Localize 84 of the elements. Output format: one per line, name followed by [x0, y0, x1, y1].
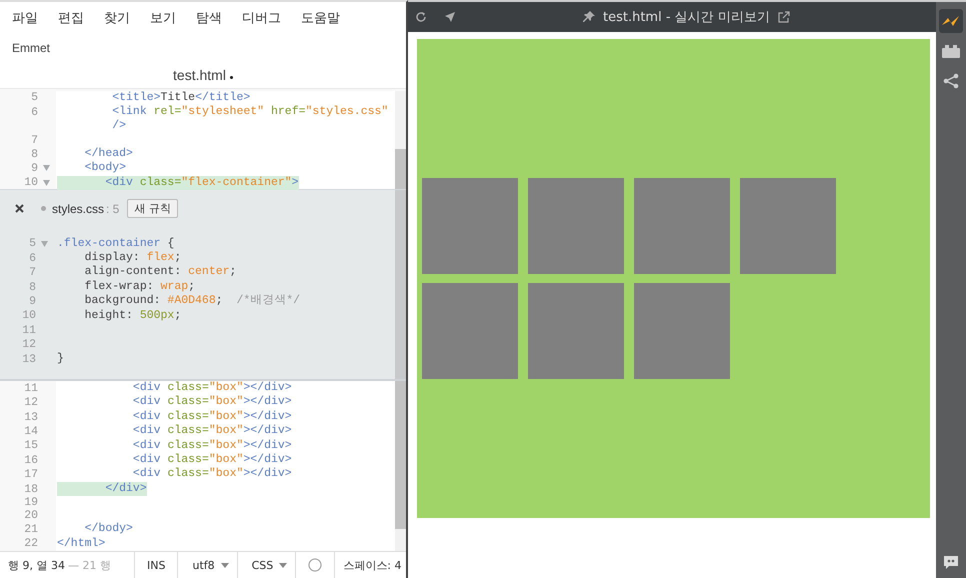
line-number: 18 [23, 482, 38, 496]
code-line: display: flex; [84, 251, 182, 266]
line-number: 8 [28, 280, 36, 294]
new-rule-button[interactable]: 새 규칙 [127, 199, 178, 218]
line-number: 11 [21, 324, 36, 337]
scrollbar-thumb[interactable] [395, 148, 406, 189]
code-line: background: #A0D468; /*배경색*/ [84, 294, 300, 309]
menu-item[interactable]: Emmet [12, 41, 50, 56]
file-title: test.html [173, 66, 226, 83]
line-number: 8 [30, 148, 38, 161]
line-number: 17 [23, 468, 38, 482]
feedback-icon[interactable] [943, 555, 959, 570]
code-line: /> [111, 119, 126, 134]
menu-item[interactable]: 도움말 [301, 9, 340, 28]
line-number: 12 [23, 396, 38, 410]
line-number: 6 [30, 106, 38, 119]
insert-mode[interactable]: INS [134, 552, 178, 578]
code-line: } [57, 352, 64, 366]
code-line: flex-wrap: wrap; [84, 280, 196, 294]
code-line: <title>Title</title> [111, 90, 250, 106]
line-number: 21 [23, 522, 38, 536]
language-dropdown[interactable]: CSS [236, 552, 296, 578]
line-number: 15 [23, 439, 38, 452]
file-name[interactable]: styles.css [52, 202, 104, 216]
line-number: 7 [28, 266, 36, 280]
code-line: </html> [57, 536, 106, 552]
line-number: 16 [23, 454, 38, 467]
line-number: 11 [23, 382, 38, 395]
code-line: <div class="box"></div> [132, 467, 292, 482]
menu-item[interactable]: 디버그 [242, 9, 281, 28]
line-number: 19 [23, 496, 38, 510]
line-reference: : 5 [106, 202, 120, 216]
code-line: <div class="box"></div> [132, 381, 292, 396]
line-number: 5 [28, 237, 36, 250]
code-line: <div class="box"></div> [132, 424, 292, 439]
close-icon[interactable] [15, 204, 24, 214]
code-line: <div class="box"></div> [132, 395, 292, 410]
code-line: align-content: center; [84, 265, 236, 280]
line-number: 12 [21, 338, 36, 352]
encoding-dropdown[interactable]: utf8 [177, 552, 237, 578]
brick-icon[interactable] [942, 44, 960, 58]
fold-arrow-icon[interactable] [43, 165, 50, 172]
code-line: height: 500px; [84, 308, 182, 324]
menu-item[interactable]: 파일 [12, 9, 38, 28]
preview-title: test.html - 실시간 미리보기 [603, 9, 770, 26]
indent-setting[interactable]: 스페이스: 4 [334, 552, 402, 578]
code-line: <link rel="stylesheet" href="styles.css" [111, 105, 388, 120]
code-line: <body> [84, 161, 126, 176]
line-number: 10 [21, 309, 36, 322]
menu-item[interactable]: 찾기 [104, 9, 130, 28]
line-number: 7 [30, 134, 38, 147]
line-number: 6 [28, 252, 36, 265]
line-number: 22 [23, 537, 38, 550]
pin-icon[interactable] [583, 11, 595, 23]
menu-item[interactable]: 편집 [58, 9, 84, 28]
line-number: 10 [23, 176, 38, 190]
menu-item[interactable]: 탐색 [196, 9, 222, 28]
caret-icon [220, 562, 229, 568]
code-line: .flex-container { [57, 236, 174, 252]
line-number: 14 [23, 424, 38, 438]
line-number: 13 [21, 352, 36, 366]
navigation-arrow-icon[interactable] [444, 11, 456, 23]
reload-icon[interactable] [415, 11, 427, 23]
lint-status-icon[interactable] [308, 558, 322, 572]
code-line: <div class="box"></div> [132, 438, 292, 454]
code-line: <div class="box"></div> [132, 453, 292, 468]
code-line: </head> [84, 146, 133, 162]
bullet-icon [41, 206, 46, 212]
caret-icon [279, 562, 288, 568]
line-number: 5 [30, 91, 38, 104]
fold-arrow-icon[interactable] [43, 180, 50, 186]
share-icon[interactable] [943, 73, 959, 89]
line-number: 9 [28, 294, 36, 308]
menu-item[interactable]: 보기 [150, 9, 176, 28]
scrollbar-thumb[interactable] [395, 381, 406, 530]
line-number: 13 [23, 410, 38, 424]
cursor-position: 행 9, 열 34 [8, 558, 65, 573]
line-number: 9 [30, 162, 38, 175]
external-link-icon[interactable] [778, 11, 790, 23]
code-line: <div class="box"></div> [132, 410, 292, 424]
lightning-icon[interactable] [941, 15, 961, 27]
code-line: </body> [84, 522, 133, 537]
line-count: — 21 행 [68, 558, 111, 573]
line-number: 20 [23, 509, 38, 522]
